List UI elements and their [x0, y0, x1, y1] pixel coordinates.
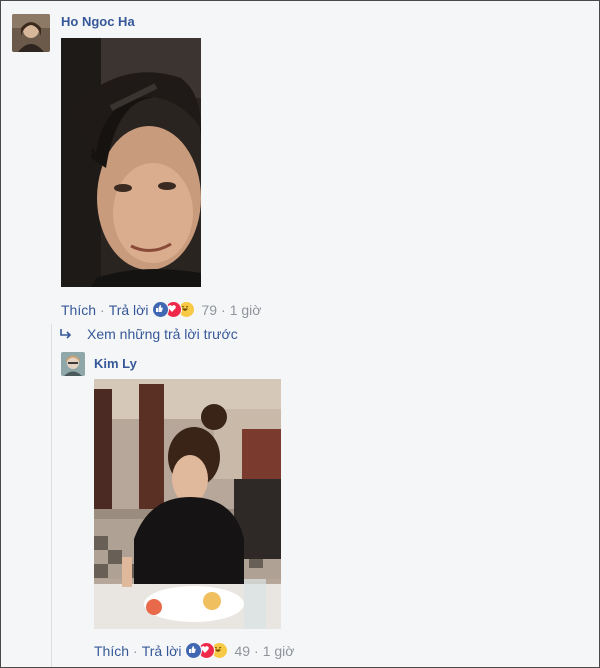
reaction-summary[interactable]	[152, 301, 196, 318]
like-button[interactable]: Thích	[94, 643, 129, 659]
reaction-count[interactable]: 49	[234, 643, 250, 659]
separator: ·	[133, 642, 138, 659]
avatar[interactable]	[12, 14, 50, 52]
comment-author[interactable]: Kim Ly	[94, 356, 137, 371]
avatar[interactable]	[61, 352, 85, 376]
comment-thread: Ho Ngoc Ha Thích · Trả lời 79 · 1 giờ Xe…	[0, 0, 600, 668]
reply-button[interactable]: Trả lời	[142, 643, 182, 659]
comment-author[interactable]: Ho Ngoc Ha	[61, 14, 135, 29]
comment-actions: Thích · Trả lời 79 · 1 giờ	[61, 301, 261, 318]
separator: ·	[221, 301, 226, 318]
like-button[interactable]: Thích	[61, 302, 96, 318]
separator: ·	[100, 301, 105, 318]
comment-photo[interactable]	[61, 38, 201, 287]
timestamp[interactable]: 1 giờ	[263, 643, 295, 659]
reply-button[interactable]: Trả lời	[109, 302, 149, 318]
reaction-summary[interactable]	[185, 642, 229, 659]
view-previous-label[interactable]: Xem những trả lời trước	[87, 326, 238, 342]
reply-thread-line	[51, 324, 52, 667]
reply-arrow-icon	[60, 329, 72, 339]
comment-photo[interactable]	[94, 379, 281, 629]
view-previous-replies[interactable]: Xem những trả lời trước	[59, 326, 238, 342]
timestamp[interactable]: 1 giờ	[230, 302, 262, 318]
comment-actions: Thích · Trả lời 49 · 1 giờ	[94, 642, 294, 659]
separator: ·	[254, 642, 259, 659]
reaction-count[interactable]: 79	[201, 302, 217, 318]
